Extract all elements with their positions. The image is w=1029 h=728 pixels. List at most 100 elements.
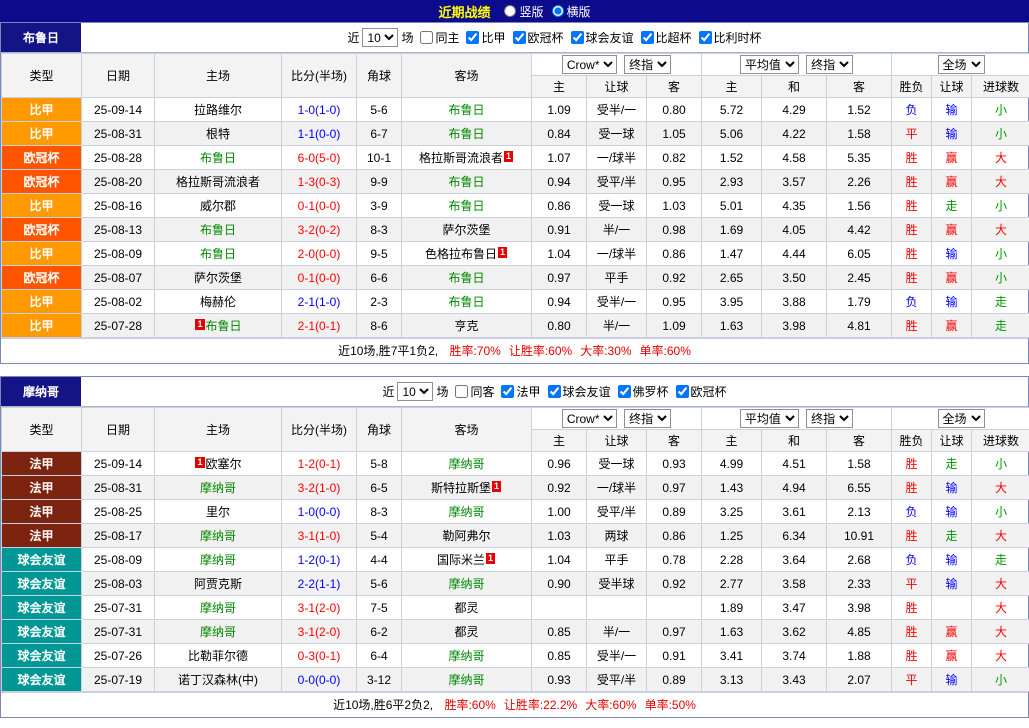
team-tab[interactable]: 摩纳哥 bbox=[1, 377, 81, 406]
away-cell: 格拉斯哥流浪者1 bbox=[402, 146, 532, 170]
handicap-cell bbox=[587, 596, 647, 620]
corner-cell: 2-3 bbox=[357, 290, 402, 314]
away-cell: 都灵 bbox=[402, 596, 532, 620]
focus-team-name: 布鲁日 bbox=[448, 199, 484, 213]
type-cell: 比甲 bbox=[2, 98, 82, 122]
horizontal-view-radio[interactable] bbox=[552, 5, 564, 17]
scope-select-cell: 全场 bbox=[892, 54, 1029, 76]
euro-home-odds: 5.72 bbox=[702, 98, 762, 122]
league-filter[interactable]: 球会友谊 bbox=[541, 383, 611, 400]
match-count-select[interactable]: 10 bbox=[362, 28, 398, 47]
corner-cell: 9-5 bbox=[357, 242, 402, 266]
type-cell: 欧冠杯 bbox=[2, 266, 82, 290]
goals-cell: 小 bbox=[972, 194, 1029, 218]
home-cell: 布鲁日 bbox=[155, 146, 282, 170]
same-venue-filter[interactable]: 同主 bbox=[413, 29, 459, 46]
asian-away-odds: 0.91 bbox=[647, 644, 702, 668]
odds-period-select[interactable]: 终指 bbox=[624, 409, 671, 428]
odds-company-select[interactable]: Crow* bbox=[562, 55, 617, 74]
view-option-vertical[interactable]: 竖版 bbox=[504, 3, 543, 20]
euro-away-odds: 2.33 bbox=[827, 572, 892, 596]
league-checkbox[interactable] bbox=[466, 31, 479, 44]
league-filter[interactable]: 法甲 bbox=[494, 383, 540, 400]
euro-home-odds: 1.63 bbox=[702, 620, 762, 644]
same-venue-filter[interactable]: 同客 bbox=[448, 383, 494, 400]
outcome-cell: 负 bbox=[892, 98, 932, 122]
focus-team-name: 布鲁日 bbox=[206, 319, 242, 333]
match-count-select[interactable]: 10 bbox=[397, 382, 433, 401]
league-checkbox[interactable] bbox=[699, 31, 712, 44]
games-label: 场 bbox=[436, 383, 448, 400]
same-venue-checkbox[interactable] bbox=[420, 31, 433, 44]
league-filter[interactable]: 佛罗杯 bbox=[611, 383, 669, 400]
date-cell: 25-07-28 bbox=[82, 314, 155, 338]
asian-home-odds: 1.03 bbox=[532, 524, 587, 548]
league-checkbox[interactable] bbox=[548, 385, 561, 398]
asian-home-odds: 0.93 bbox=[532, 668, 587, 692]
scope-select[interactable]: 全场 bbox=[938, 55, 985, 74]
col-score: 比分(半场) bbox=[282, 54, 357, 98]
type-cell: 法甲 bbox=[2, 452, 82, 476]
euro-draw-odds: 3.74 bbox=[762, 644, 827, 668]
opponent-team-name: 斯特拉斯堡 bbox=[431, 481, 491, 495]
asian-home-odds: 1.04 bbox=[532, 548, 587, 572]
handicap-cell: 一/球半 bbox=[587, 242, 647, 266]
league-filter[interactable]: 球会友谊 bbox=[564, 29, 634, 46]
league-checkbox[interactable] bbox=[513, 31, 526, 44]
red-1-badge: 1 bbox=[504, 151, 513, 162]
type-cell: 球会友谊 bbox=[2, 620, 82, 644]
asian-away-odds: 0.92 bbox=[647, 266, 702, 290]
col-euro-draw: 和 bbox=[762, 76, 827, 98]
asian-away-odds: 0.89 bbox=[647, 500, 702, 524]
scope-select[interactable]: 全场 bbox=[938, 409, 985, 428]
asian-home-odds: 1.04 bbox=[532, 242, 587, 266]
league-checkbox[interactable] bbox=[641, 31, 654, 44]
goals-cell: 小 bbox=[972, 122, 1029, 146]
horizontal-view-label: 横版 bbox=[567, 3, 591, 20]
league-checkbox[interactable] bbox=[571, 31, 584, 44]
average-period-select[interactable]: 终指 bbox=[806, 409, 853, 428]
league-checkbox[interactable] bbox=[618, 385, 631, 398]
scope-select-cell: 全场 bbox=[892, 408, 1029, 430]
league-filter[interactable]: 欧冠杯 bbox=[506, 29, 564, 46]
league-filter[interactable]: 欧冠杯 bbox=[669, 383, 727, 400]
vertical-view-radio[interactable] bbox=[504, 5, 516, 17]
euro-home-odds: 4.99 bbox=[702, 452, 762, 476]
type-cell: 球会友谊 bbox=[2, 668, 82, 692]
goals-cell: 小 bbox=[972, 452, 1029, 476]
corner-cell: 8-3 bbox=[357, 500, 402, 524]
odds-period-select[interactable]: 终指 bbox=[624, 55, 671, 74]
match-row: 球会友谊25-07-31摩纳哥3-1(2-0)6-2都灵0.85半/一0.971… bbox=[2, 620, 1029, 644]
league-filter[interactable]: 比利时杯 bbox=[692, 29, 762, 46]
euro-away-odds: 2.68 bbox=[827, 548, 892, 572]
summary-stat: 胜率:70% bbox=[449, 344, 500, 358]
view-option-horizontal[interactable]: 横版 bbox=[552, 3, 591, 20]
asian-home-odds: 1.00 bbox=[532, 500, 587, 524]
team-tab[interactable]: 布鲁日 bbox=[1, 23, 81, 52]
odds-company-select[interactable]: Crow* bbox=[562, 409, 617, 428]
score-cell: 3-1(2-0) bbox=[282, 620, 357, 644]
average-select[interactable]: 平均值 bbox=[740, 409, 799, 428]
opponent-team-name: 国际米兰 bbox=[437, 553, 485, 567]
average-period-select[interactable]: 终指 bbox=[806, 55, 853, 74]
euro-away-odds: 3.98 bbox=[827, 596, 892, 620]
league-checkbox[interactable] bbox=[501, 385, 514, 398]
outcome-cell: 负 bbox=[892, 500, 932, 524]
outcome-cell: 平 bbox=[892, 668, 932, 692]
red-1-badge: 1 bbox=[195, 319, 204, 330]
col-date: 日期 bbox=[82, 54, 155, 98]
same-venue-checkbox[interactable] bbox=[455, 385, 468, 398]
euro-home-odds: 3.41 bbox=[702, 644, 762, 668]
league-checkbox[interactable] bbox=[676, 385, 689, 398]
average-select[interactable]: 平均值 bbox=[740, 55, 799, 74]
handicap-result-cell: 赢 bbox=[932, 314, 972, 338]
league-filter[interactable]: 比甲 bbox=[459, 29, 505, 46]
euro-draw-odds: 4.22 bbox=[762, 122, 827, 146]
asian-home-odds: 1.07 bbox=[532, 146, 587, 170]
league-filter[interactable]: 比超杯 bbox=[634, 29, 692, 46]
outcome-cell: 胜 bbox=[892, 314, 932, 338]
league-label: 法甲 bbox=[516, 383, 540, 400]
handicap-result-cell: 输 bbox=[932, 122, 972, 146]
score-cell: 1-2(0-1) bbox=[282, 452, 357, 476]
goals-cell: 小 bbox=[972, 98, 1029, 122]
